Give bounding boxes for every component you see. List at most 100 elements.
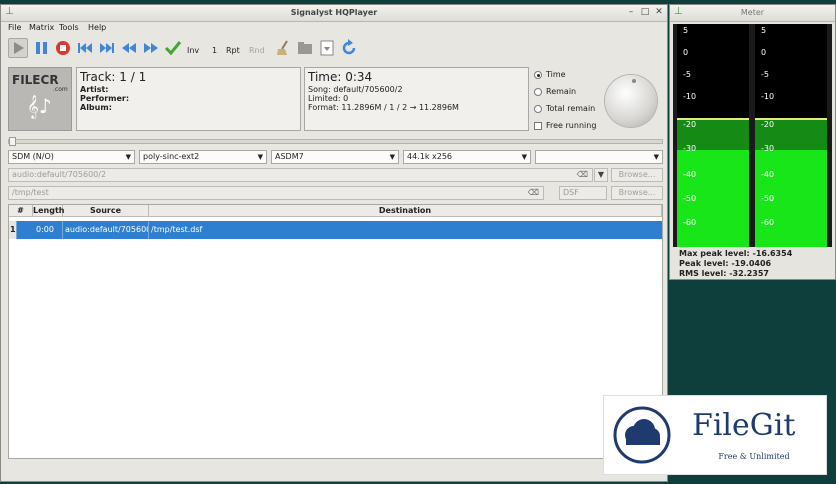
table-header: # Length Source Destination: [9, 205, 662, 217]
fast-forward-icon: [144, 43, 158, 53]
left-channel-bar: 5 0 -5 -10 -20 -30 -40 -50 -60: [677, 24, 749, 247]
open-folder-button[interactable]: [295, 38, 315, 58]
header-length[interactable]: Length: [33, 205, 64, 216]
clear-output-icon[interactable]: ⌫: [528, 187, 539, 199]
random-toggle[interactable]: Rnd: [249, 46, 265, 55]
play-icon: [14, 42, 24, 54]
repeat-count[interactable]: 1: [212, 46, 217, 55]
shaper-select-value: ASDM7: [275, 152, 304, 161]
skip-forward-icon: [100, 43, 114, 53]
input-dropdown-button[interactable]: ▼: [594, 168, 608, 182]
extra-select[interactable]: ▼: [535, 150, 663, 164]
chevron-down-icon: ▼: [653, 153, 659, 161]
title-bar[interactable]: ⊥ Signalyst HQPlayer – □ ✕: [1, 5, 667, 22]
mode-select[interactable]: SDM (N/O) ▼: [8, 150, 135, 164]
checkmark-icon: [164, 41, 182, 56]
table-row[interactable]: 1 0:00 audio:default/705600/2 /tmp/test.…: [9, 221, 662, 239]
clear-button[interactable]: [273, 38, 293, 58]
output-format-select[interactable]: DSF: [559, 186, 607, 200]
watermark-text: FILECR: [12, 73, 59, 87]
rate-select[interactable]: 44.1k x256 ▼: [403, 150, 531, 164]
time-title: Time: 0:34: [308, 70, 373, 84]
slider-handle[interactable]: [9, 137, 16, 146]
tick-label: -10: [683, 92, 697, 101]
tick-label: -50: [683, 194, 697, 203]
refresh-button[interactable]: [339, 38, 359, 58]
time-song: Song: default/705600/2: [308, 85, 403, 94]
menu-matrix[interactable]: Matrix: [29, 23, 54, 32]
max-peak-level: Max peak level: -16.6354: [679, 249, 793, 258]
stop-button[interactable]: [53, 38, 73, 58]
previous-button[interactable]: [75, 38, 95, 58]
time-radio[interactable]: [534, 71, 542, 79]
forward-button[interactable]: [141, 38, 161, 58]
tick-label: 0: [761, 48, 767, 57]
output-field[interactable]: /tmp/test ⌫: [8, 186, 544, 200]
tick-label: -20: [761, 120, 775, 129]
tick-label: -50: [761, 194, 775, 203]
meter-display: 5 0 -5 -10 -20 -30 -40 -50 -60 5 0 -5 -1…: [673, 24, 832, 247]
play-button[interactable]: [8, 38, 28, 58]
toolbar: Inv 1 Rpt Rnd: [1, 35, 667, 61]
menu-file[interactable]: File: [8, 23, 21, 32]
chevron-down-icon: ▼: [389, 153, 395, 161]
chevron-down-icon: ▼: [257, 153, 263, 161]
meter-title-bar[interactable]: ⊥ Meter: [670, 5, 835, 22]
clear-input-icon[interactable]: ⌫: [577, 169, 588, 181]
filter-select[interactable]: poly-sinc-ext2 ▼: [139, 150, 267, 164]
tick-label: -20: [683, 120, 697, 129]
maximize-icon[interactable]: □: [639, 7, 651, 18]
meter-window: ⊥ Meter 5 0 -5 -10 -20 -30 -40 -50 -60 5…: [669, 4, 836, 280]
next-button[interactable]: [97, 38, 117, 58]
folder-icon: [298, 42, 312, 54]
right-channel-bar: 5 0 -5 -10 -20 -30 -40 -50 -60: [755, 24, 827, 247]
free-running-checkbox[interactable]: [534, 122, 542, 130]
row-num: 1: [9, 221, 17, 239]
menu-help[interactable]: Help: [88, 23, 106, 32]
total-remain-radio-label: Total remain: [546, 104, 596, 113]
output-browse-button[interactable]: Browse...: [611, 186, 663, 200]
filter-select-value: poly-sinc-ext2: [143, 152, 200, 161]
menu-tools[interactable]: Tools: [59, 23, 79, 32]
header-destination[interactable]: Destination: [149, 205, 662, 216]
stop-icon: [56, 41, 70, 55]
input-field-value: audio:default/705600/2: [12, 170, 107, 179]
cover-art: FILECR .com 𝄞♪: [8, 67, 72, 131]
tick-label: -60: [683, 218, 697, 227]
peak-level: Peak level: -19.0406: [679, 259, 772, 268]
chevron-down-icon: ▼: [521, 153, 527, 161]
input-field[interactable]: audio:default/705600/2 ⌫: [8, 168, 593, 182]
menu-bar: File Matrix Tools Help: [1, 22, 667, 34]
tick-label: -40: [683, 170, 697, 179]
header-source[interactable]: Source: [63, 205, 149, 216]
tick-label: -5: [683, 70, 691, 79]
shaper-select[interactable]: ASDM7 ▼: [271, 150, 399, 164]
meter-title: Meter: [740, 8, 765, 17]
volume-knob[interactable]: [605, 75, 657, 127]
close-icon[interactable]: ✕: [653, 7, 665, 18]
filegit-logo-icon: [613, 406, 671, 464]
pause-button[interactable]: [32, 38, 52, 58]
total-remain-radio[interactable]: [534, 105, 542, 113]
apply-button[interactable]: [163, 38, 183, 58]
input-browse-button[interactable]: Browse...: [611, 168, 663, 182]
tick-label: -5: [761, 70, 769, 79]
remain-radio-label: Remain: [546, 87, 577, 96]
remain-radio[interactable]: [534, 88, 542, 96]
time-limited: Limited: 0: [308, 94, 349, 103]
rewind-icon: [122, 43, 136, 53]
rewind-button[interactable]: [119, 38, 139, 58]
invert-toggle[interactable]: Inv: [187, 46, 199, 55]
transport-table: # Length Source Destination 1 0:00 audio…: [8, 204, 663, 459]
minimize-icon[interactable]: –: [625, 7, 637, 18]
track-album: Album:: [80, 103, 112, 112]
tick-label: -30: [683, 144, 697, 153]
broom-icon: [277, 40, 288, 55]
track-title: Track: 1 / 1: [80, 70, 147, 84]
position-slider[interactable]: [8, 137, 663, 146]
save-button[interactable]: [317, 38, 337, 58]
output-field-value: /tmp/test: [12, 188, 49, 197]
header-num[interactable]: #: [9, 205, 33, 216]
window-title: Signalyst HQPlayer: [290, 8, 378, 17]
repeat-toggle[interactable]: Rpt: [226, 46, 240, 55]
